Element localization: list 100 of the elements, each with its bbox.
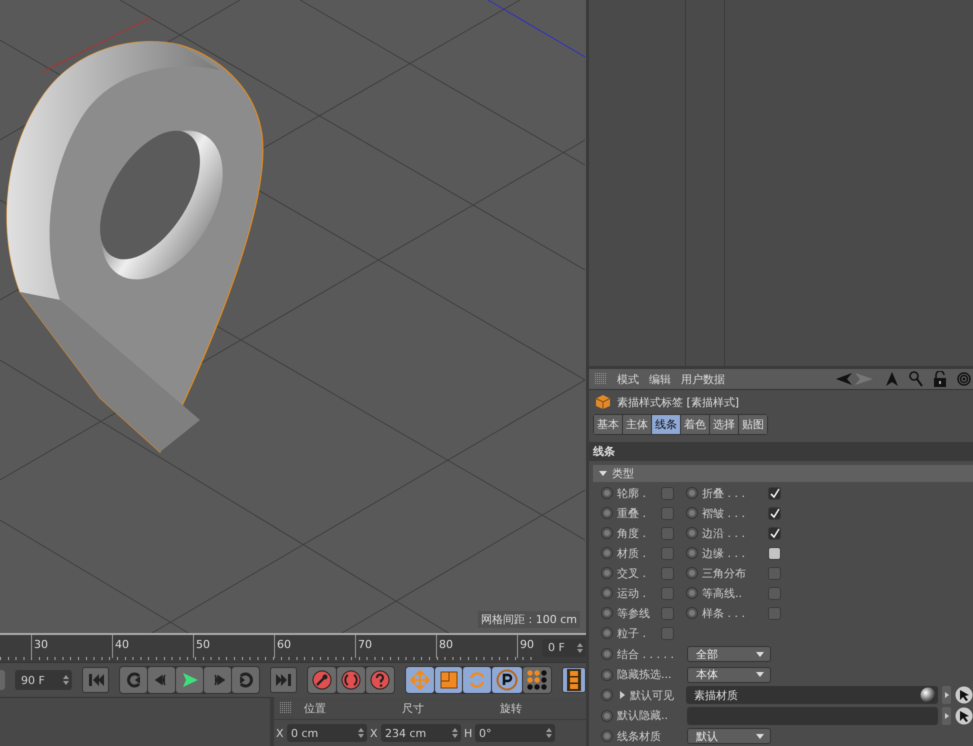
- tool-button[interactable]: [406, 667, 434, 694]
- menu-item[interactable]: 模式: [617, 372, 639, 387]
- help-button[interactable]: [366, 667, 394, 694]
- current-frame-field[interactable]: 0 F: [542, 638, 586, 657]
- frame-button[interactable]: [0, 670, 6, 690]
- keyframe-icon[interactable]: [686, 527, 698, 540]
- tab[interactable]: 贴图: [739, 415, 767, 434]
- checkbox[interactable]: [661, 486, 674, 500]
- option-label: 褶皱 . . .: [702, 506, 746, 521]
- keyframe-icon[interactable]: [686, 547, 698, 560]
- tab[interactable]: 基本: [594, 415, 622, 434]
- keyframe-icon[interactable]: [601, 567, 613, 580]
- option-label: 粒子 .: [617, 626, 647, 641]
- checkbox[interactable]: [661, 586, 674, 600]
- keyframe-icon[interactable]: [601, 730, 613, 742]
- go-to-end-button[interactable]: [270, 667, 297, 694]
- spinner-arrows-icon[interactable]: [452, 728, 458, 738]
- keyframe-icon[interactable]: [601, 487, 613, 500]
- record-button[interactable]: [308, 667, 336, 694]
- option-label: 材质 .: [617, 546, 647, 561]
- spinner-arrows-icon[interactable]: [577, 642, 583, 653]
- tool-button[interactable]: [463, 667, 491, 694]
- auto-key-button[interactable]: [337, 667, 365, 694]
- checkbox[interactable]: [768, 526, 781, 540]
- checkbox[interactable]: [661, 526, 674, 540]
- keyframe-icon[interactable]: [601, 648, 613, 660]
- option-label: 重叠 .: [617, 506, 647, 521]
- option-label: 样条 . . .: [702, 606, 746, 621]
- menu-arrow-button[interactable]: [942, 706, 951, 725]
- tab[interactable]: 着色: [681, 415, 709, 434]
- dropdown[interactable]: 默认: [687, 728, 771, 744]
- checkbox[interactable]: [768, 566, 781, 580]
- keyframe-icon[interactable]: [686, 487, 698, 500]
- viewport[interactable]: 网格间距 : 100 cm: [0, 0, 586, 635]
- checkbox[interactable]: [661, 606, 674, 620]
- keyframe-icon[interactable]: [601, 607, 613, 620]
- dropdown[interactable]: 全部: [687, 646, 771, 662]
- expand-triangle-icon[interactable]: [620, 691, 625, 700]
- spinner-arrows-icon[interactable]: [546, 728, 552, 738]
- menu-item[interactable]: 用户数据: [681, 372, 725, 387]
- render-button[interactable]: [562, 667, 586, 694]
- previous-key-button[interactable]: [120, 667, 147, 694]
- coordinate-field[interactable]: 0°: [475, 724, 555, 742]
- key-icon: [312, 670, 332, 690]
- keyframe-icon[interactable]: [601, 689, 613, 702]
- frame-number: 40: [112, 634, 193, 658]
- target-icon[interactable]: [957, 372, 971, 386]
- tab[interactable]: 选择: [710, 415, 738, 434]
- unlocked-padlock-icon[interactable]: [933, 371, 947, 388]
- spinner-arrows-icon[interactable]: [358, 728, 364, 738]
- checkbox[interactable]: [768, 506, 781, 520]
- cursor-pick-icon[interactable]: [955, 706, 973, 725]
- keyframe-icon[interactable]: [686, 507, 698, 520]
- material-field[interactable]: 素描材质: [686, 686, 938, 704]
- coordinate-field[interactable]: 0 cm: [287, 724, 367, 742]
- next-key-button[interactable]: [232, 667, 259, 694]
- keyframe-icon[interactable]: [601, 587, 613, 600]
- triangle-icon: [944, 692, 948, 698]
- menu-arrow-button[interactable]: [942, 686, 951, 704]
- keyframe-icon[interactable]: [601, 710, 613, 722]
- menu-item[interactable]: 编辑: [649, 372, 671, 387]
- checkbox[interactable]: [661, 626, 674, 640]
- search-icon[interactable]: [909, 371, 923, 388]
- checkbox[interactable]: [768, 606, 781, 620]
- keyframe-icon[interactable]: [601, 547, 613, 560]
- keyframe-icon[interactable]: [686, 567, 698, 580]
- material-field[interactable]: [687, 706, 938, 725]
- dropdown[interactable]: 本体: [687, 666, 771, 683]
- checkbox[interactable]: [661, 546, 674, 560]
- option-label: 等高线..: [702, 586, 743, 601]
- previous-frame-button[interactable]: [148, 667, 175, 694]
- coordinate-field[interactable]: 234 cm: [381, 724, 461, 742]
- keyframe-icon[interactable]: [601, 507, 613, 520]
- go-to-start-button[interactable]: [82, 667, 109, 694]
- timeline-ruler[interactable]: 30 40 50 60 70 80 90 0 F: [0, 634, 586, 664]
- group-heading[interactable]: 类型: [593, 465, 973, 482]
- checkbox[interactable]: [768, 586, 781, 600]
- play-button[interactable]: [176, 667, 203, 694]
- keyframe-icon[interactable]: [686, 587, 698, 600]
- tab[interactable]: 线条: [652, 415, 680, 434]
- next-frame-button[interactable]: [204, 667, 231, 694]
- keyframe-icon[interactable]: [601, 668, 613, 681]
- option-label: 三角分布: [702, 566, 747, 581]
- triangle-icon: [944, 712, 948, 719]
- tool-button[interactable]: [523, 667, 551, 694]
- checkbox[interactable]: [768, 486, 781, 500]
- tab[interactable]: 主体: [623, 415, 651, 434]
- cursor-pick-icon[interactable]: [955, 686, 973, 704]
- keyframe-icon[interactable]: [686, 607, 698, 620]
- back-forward-arrows-icon[interactable]: [835, 372, 875, 386]
- option-label: 折叠 . . .: [702, 486, 746, 501]
- keyframe-icon[interactable]: [601, 627, 613, 640]
- up-arrow-icon[interactable]: [885, 371, 899, 388]
- tool-button[interactable]: [435, 667, 462, 694]
- spinner-arrows-icon[interactable]: [63, 675, 69, 686]
- checkbox[interactable]: [661, 566, 674, 580]
- end-frame-field[interactable]: 90 F: [15, 670, 72, 690]
- keyframe-icon[interactable]: [601, 527, 613, 540]
- checkbox[interactable]: [661, 506, 674, 520]
- tool-button[interactable]: [492, 667, 522, 694]
